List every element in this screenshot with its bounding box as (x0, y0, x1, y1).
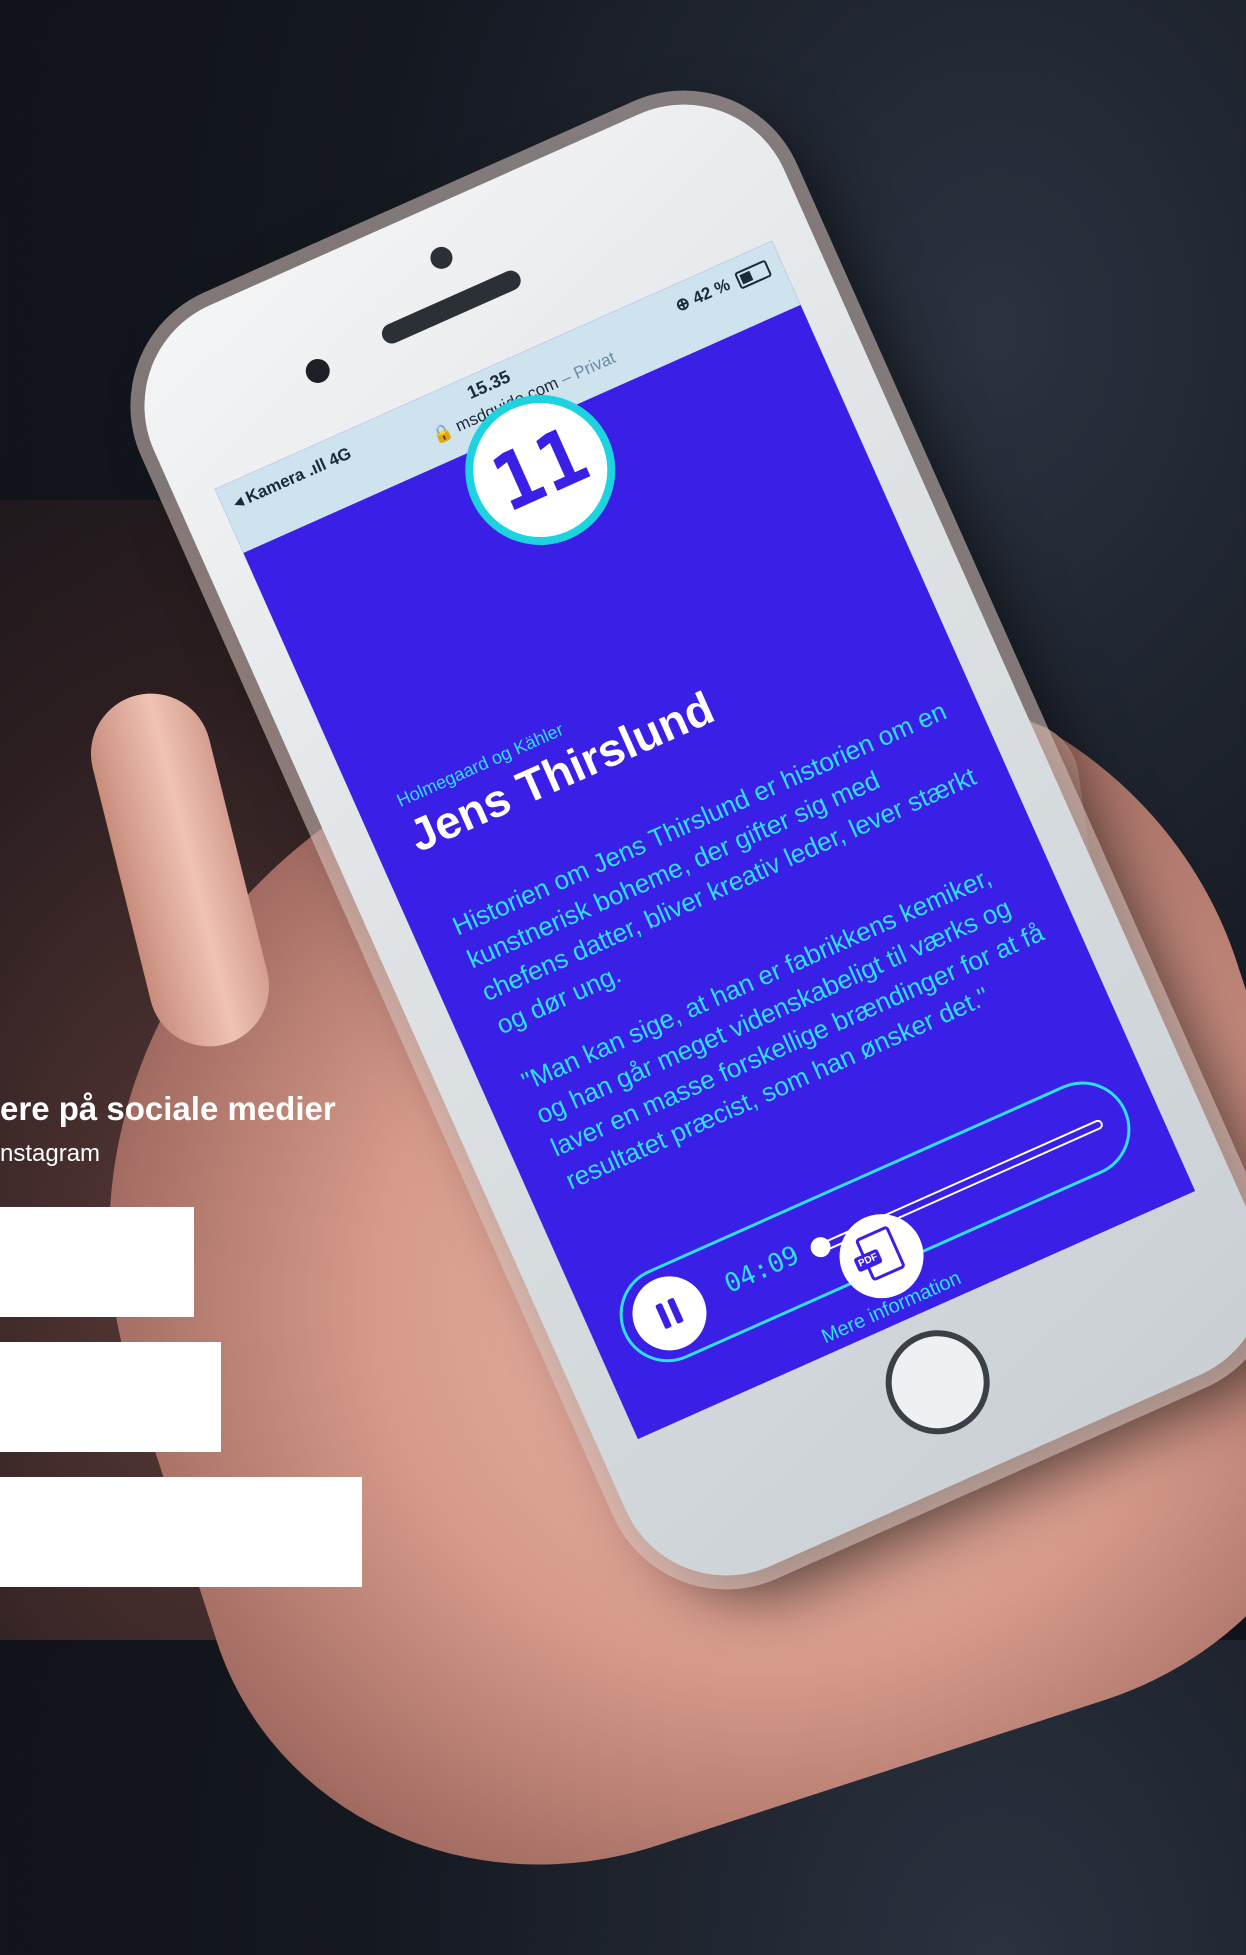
pause-button[interactable] (620, 1264, 719, 1363)
overlay-subheading: nstagram (0, 1140, 101, 1167)
overlay-button-3[interactable] (0, 1477, 362, 1587)
home-button[interactable] (869, 1313, 1007, 1451)
overlay-button-1[interactable] (0, 1207, 194, 1317)
playback-time: 04:09 (720, 1240, 804, 1300)
battery-icon (733, 258, 773, 290)
overlay-button-2[interactable] (0, 1342, 221, 1452)
progress-thumb[interactable] (807, 1233, 834, 1261)
lock-icon: 🔒 (428, 420, 456, 447)
carrier-signal: ◂ Kamera .ıll 4G (230, 443, 355, 513)
sensor (301, 355, 334, 387)
battery-status: ⊕ 42 % (672, 258, 773, 317)
front-camera (426, 243, 456, 273)
overlay-heading: ere på sociale medier (0, 1090, 336, 1127)
pdf-label: PDF (853, 1248, 884, 1273)
battery-text: ⊕ 42 % (672, 274, 733, 316)
pdf-icon: PDF (853, 1225, 907, 1282)
earpiece (378, 267, 524, 347)
private-label: – Privat (557, 347, 619, 389)
